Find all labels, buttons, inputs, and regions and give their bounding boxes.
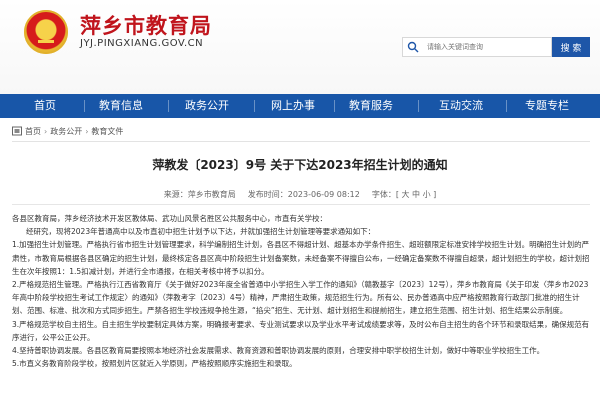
- breadcrumb-education-documents[interactable]: 教育文件: [91, 126, 123, 137]
- home-icon: [12, 126, 22, 136]
- article-paragraph: 各县区教育局，萍乡经济技术开发区教体局、武功山风景名胜区公共服务中心，市直有关学…: [12, 214, 327, 223]
- article-paragraph: 1.加强招生计划管理。严格执行省市招生计划管理要求，科学编制招生计划，各县区不得…: [12, 240, 590, 276]
- site-title[interactable]: 萍乡市教育局: [80, 10, 212, 40]
- nav-separator: [334, 100, 335, 112]
- font-size-medium[interactable]: 中: [412, 190, 420, 199]
- nav-item-home[interactable]: 首页: [14, 94, 76, 118]
- nav-item-interaction[interactable]: 互动交流: [430, 94, 492, 118]
- nav-item-education-services[interactable]: 教育服务: [340, 94, 402, 118]
- breadcrumb-separator: ›: [85, 126, 89, 136]
- article-body: 各县区教育局，萍乡经济技术开发区教体局、武功山风景名胜区公共服务中心，市直有关学…: [12, 212, 590, 370]
- font-size-label: 字体：: [371, 190, 396, 199]
- search-input[interactable]: [427, 40, 549, 54]
- nav-separator: [418, 100, 419, 112]
- font-size-small[interactable]: 小 ]: [423, 190, 437, 199]
- search-button[interactable]: 搜 索: [552, 37, 590, 57]
- nav-separator: [84, 100, 85, 112]
- nav-item-online-services[interactable]: 网上办事: [262, 94, 324, 118]
- meta-divider: [12, 204, 590, 205]
- article-paragraph: 4.坚持普职协调发展。各县区教育局要按照本地经济社会发展需求、教育资源和普职协调…: [12, 346, 545, 356]
- nav-item-special-topics[interactable]: 专题专栏: [516, 94, 578, 118]
- site-domain: JYJ.PINGXIANG.GOV.CN: [80, 38, 204, 49]
- nav-item-government-affairs[interactable]: 政务公开: [176, 94, 238, 118]
- article-meta: 来源：萍乡市教育局 发布时间：2023-06-09 08:12 字体：[ 大 中 小…: [0, 189, 600, 200]
- article-paragraph: 5.市直义务教育阶段学校，按照划片区就近入学原则，严格按照顺序实施招生和录取。: [12, 359, 297, 369]
- main-nav: 首页 教育信息 政务公开 网上办事 教育服务 互动交流 专题专栏: [0, 94, 600, 118]
- breadcrumb-separator: ›: [44, 126, 48, 136]
- breadcrumb-home[interactable]: 首页: [25, 126, 41, 137]
- article-source: 来源：萍乡市教育局: [163, 190, 236, 199]
- nav-item-education-info[interactable]: 教育信息: [90, 94, 152, 118]
- search-icon: [407, 41, 419, 53]
- article-title: 萍教发〔2023〕9号 关于下达2023年招生计划的通知: [152, 158, 448, 172]
- breadcrumb-government-affairs[interactable]: 政务公开: [50, 126, 82, 137]
- article-paragraph: 经研究，现将2023年普通高中以及市直初中招生计划予以下达，并就加强招生计划管理…: [26, 227, 376, 237]
- breadcrumb: 首页 › 政务公开 › 教育文件: [12, 124, 123, 138]
- national-emblem-icon: [24, 10, 68, 54]
- breadcrumb-divider: [12, 141, 590, 142]
- search-box: [402, 37, 552, 57]
- article-paragraph: 3.严格规范学校自主招生。自主招生学校要制定具体方案，明确报考要求、专业测试要求…: [12, 319, 590, 342]
- article-paragraph: 2.严格规范招生管理。严格执行江西省教育厅《关于做好2023年度全省普通中小学招…: [12, 280, 589, 316]
- nav-separator: [168, 100, 169, 112]
- article-date: 发布时间：2023-06-09 08:12: [247, 190, 360, 199]
- font-size-large[interactable]: [ 大: [396, 190, 410, 199]
- nav-separator: [506, 100, 507, 112]
- site-header: 萍乡市教育局 JYJ.PINGXIANG.GOV.CN 搜 索: [0, 0, 600, 94]
- nav-separator: [254, 100, 255, 112]
